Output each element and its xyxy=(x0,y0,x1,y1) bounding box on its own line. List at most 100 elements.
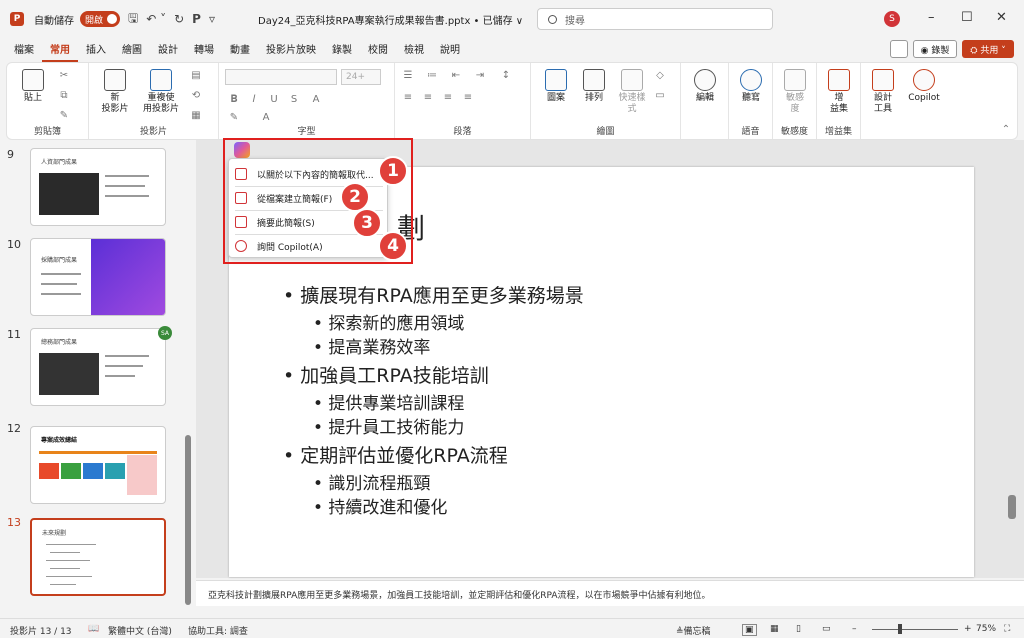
text-direction-icon[interactable]: ↕ xyxy=(499,69,513,83)
close-icon[interactable]: ✕ xyxy=(996,10,1007,25)
tab-help[interactable]: 說明 xyxy=(432,41,468,62)
bullet-level1[interactable]: • 加強員工RPA技能培訓 xyxy=(283,361,489,388)
slide-thumbnail-11[interactable]: 總務部門成果 xyxy=(30,328,166,406)
highlight-icon[interactable]: ✎ xyxy=(227,111,241,125)
bullet-level2[interactable]: • 提高業務效率 xyxy=(313,333,430,358)
layout-icon[interactable]: ▤ xyxy=(189,69,203,83)
canvas-scrollbar[interactable] xyxy=(1008,495,1016,519)
minimize-icon[interactable]: – xyxy=(928,10,935,25)
numbering-icon[interactable]: ≔ xyxy=(425,69,439,83)
quick-styles-button[interactable]: 快速樣 式 xyxy=(615,69,649,115)
copilot-button[interactable]: Copilot xyxy=(903,69,945,104)
customize-qat-icon[interactable]: ▿ xyxy=(209,12,215,26)
increase-indent-icon[interactable]: ⇥ xyxy=(473,69,487,83)
shapes-button[interactable]: 圖案 xyxy=(539,69,573,104)
notes-toggle[interactable]: ≜備忘稿 xyxy=(676,624,711,637)
bullets-icon[interactable]: ☰ xyxy=(401,69,415,83)
tab-insert[interactable]: 插入 xyxy=(78,41,114,62)
align-right-icon[interactable]: ≡ xyxy=(441,91,455,105)
font-family-select[interactable] xyxy=(225,69,337,85)
text-color-icon[interactable]: A xyxy=(259,111,273,125)
slide-thumbnail-13[interactable]: 未來規劃 xyxy=(30,518,166,596)
editing-button[interactable]: 編輯 xyxy=(687,69,723,104)
tab-animations[interactable]: 動畫 xyxy=(222,41,258,62)
paste-button[interactable]: 貼上 xyxy=(15,69,51,104)
tab-slideshow[interactable]: 投影片放映 xyxy=(258,41,324,62)
user-avatar[interactable]: S xyxy=(884,11,900,27)
bullet-level2[interactable]: • 識別流程瓶頸 xyxy=(313,469,430,494)
zoom-in-icon[interactable]: + xyxy=(964,624,972,634)
zoom-level[interactable]: 75% xyxy=(976,624,996,634)
strikethrough-icon[interactable]: S xyxy=(287,93,301,107)
tab-transitions[interactable]: 轉場 xyxy=(186,41,222,62)
scrollbar-thumb[interactable] xyxy=(185,435,191,605)
thumb-box xyxy=(83,463,103,479)
slide-thumbnail-10[interactable]: 採購部門成果 xyxy=(30,238,166,316)
sensitivity-button[interactable]: 敏感 度 xyxy=(777,69,813,115)
copy-icon[interactable]: ⧉ xyxy=(57,89,71,103)
normal-view-icon[interactable]: ▣ xyxy=(742,624,757,636)
language-indicator[interactable]: 繁體中文 (台灣) xyxy=(108,624,172,637)
undo-icon[interactable]: ↶ ˅ xyxy=(146,12,166,26)
bullet-level2[interactable]: • 提供專業培訓課程 xyxy=(313,389,464,414)
new-slide-button[interactable]: 新 投影片 xyxy=(95,69,135,115)
slide-thumbnail-9[interactable]: 人資部門成果 xyxy=(30,148,166,226)
spellcheck-icon[interactable]: 📖 xyxy=(88,624,99,634)
share-button[interactable]: ⛭ 共用 ˅ xyxy=(962,40,1014,58)
tab-view[interactable]: 檢視 xyxy=(396,41,432,62)
thumbnails-scrollbar[interactable] xyxy=(184,145,192,615)
record-button[interactable]: ◉ 錄製 xyxy=(913,40,957,58)
comments-button[interactable] xyxy=(890,40,908,58)
tab-file[interactable]: 檔案 xyxy=(6,41,42,62)
italic-icon[interactable]: 𝐼 xyxy=(247,93,261,107)
bold-icon[interactable]: 𝐁 xyxy=(227,93,241,107)
align-left-icon[interactable]: ≡ xyxy=(401,91,415,105)
bullet-level2[interactable]: • 持續改進和優化 xyxy=(313,493,447,518)
tab-home[interactable]: 常用 xyxy=(42,41,78,62)
slide-thumbnail-12[interactable]: 專案成效總結 xyxy=(30,426,166,504)
dictate-button[interactable]: 聽寫 xyxy=(733,69,769,104)
format-painter-icon[interactable]: ✎ xyxy=(57,109,71,123)
slideshow-icon[interactable]: ▭ xyxy=(822,624,831,634)
tab-draw[interactable]: 繪圖 xyxy=(114,41,150,62)
voice-group: 聽寫 語音 xyxy=(729,63,773,139)
reuse-slides-button[interactable]: 重複使 用投影片 xyxy=(139,69,183,115)
autosave-toggle[interactable]: 開啟 xyxy=(80,11,120,27)
speaker-notes[interactable]: 亞克科技計劃擴展RPA應用至更多業務場景，加強員工技能培訓，並定期評估和優化RP… xyxy=(196,580,1024,606)
redo-icon[interactable]: ↻ xyxy=(174,12,184,26)
bullet-level1[interactable]: • 擴展現有RPA應用至更多業務場景 xyxy=(283,281,584,308)
zoom-slider-thumb[interactable] xyxy=(898,624,902,634)
bullet-level2[interactable]: • 探索新的應用領域 xyxy=(313,309,464,334)
collapse-ribbon-icon[interactable]: ⌃ xyxy=(999,123,1013,137)
maximize-icon[interactable]: ☐ xyxy=(961,10,973,25)
reset-icon[interactable]: ⟲ xyxy=(189,89,203,103)
align-center-icon[interactable]: ≡ xyxy=(421,91,435,105)
shape-outline-icon[interactable]: ▭ xyxy=(653,89,667,103)
font-size-select[interactable]: 24+ xyxy=(341,69,381,85)
tab-design[interactable]: 設計 xyxy=(150,41,186,62)
tab-review[interactable]: 校閱 xyxy=(360,41,396,62)
decrease-indent-icon[interactable]: ⇤ xyxy=(449,69,463,83)
zoom-out-icon[interactable]: – xyxy=(852,624,857,634)
tab-record[interactable]: 錄製 xyxy=(324,41,360,62)
designer-button[interactable]: 設計 工具 xyxy=(865,69,901,115)
justify-icon[interactable]: ≡ xyxy=(461,91,475,105)
accessibility-indicator[interactable]: 協助工具: 調查 xyxy=(188,624,248,637)
save-icon[interactable]: 🖫 xyxy=(128,9,138,30)
font-color-icon[interactable]: A xyxy=(309,93,323,107)
file-title[interactable]: Day24_亞克科技RPA專案執行成果報告書.pptx • 已儲存 ∨ xyxy=(258,12,523,27)
reading-view-icon[interactable]: ▯ xyxy=(796,624,801,634)
present-icon[interactable]: 𝗣 xyxy=(192,12,201,26)
bullet-level1[interactable]: • 定期評估並優化RPA流程 xyxy=(283,441,508,468)
arrange-button[interactable]: 排列 xyxy=(577,69,611,104)
search-box[interactable]: 搜尋 xyxy=(537,8,773,30)
section-icon[interactable]: ▦ xyxy=(189,109,203,123)
bullet-level2[interactable]: • 提升員工技術能力 xyxy=(313,413,464,438)
slide-sorter-icon[interactable]: ▦ xyxy=(770,624,779,634)
addins-button[interactable]: 增 益集 xyxy=(821,69,857,115)
underline-icon[interactable]: U xyxy=(267,93,281,107)
fit-slide-icon[interactable]: ⛶ xyxy=(1004,624,1010,634)
zoom-slider[interactable] xyxy=(872,629,958,630)
cut-icon[interactable]: ✂ xyxy=(57,69,71,83)
shape-fill-icon[interactable]: ◇ xyxy=(653,69,667,83)
